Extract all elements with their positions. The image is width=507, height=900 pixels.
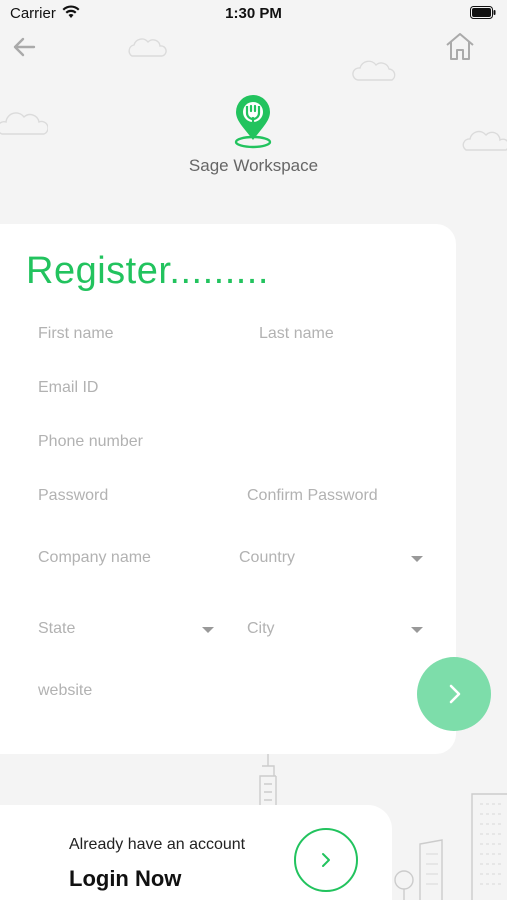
company-name-field[interactable]: Company name [38,549,218,567]
next-button[interactable] [417,657,491,731]
last-name-field[interactable]: Last name [259,325,429,343]
status-time: 1:30 PM [225,5,282,22]
battery-icon [470,6,496,19]
confirm-password-field[interactable]: Confirm Password [247,487,432,505]
chevron-right-icon [322,853,330,867]
cloud-decoration [128,38,167,57]
login-button[interactable] [294,828,358,892]
chevron-down-icon[interactable] [411,627,423,633]
first-name-field[interactable]: First name [38,325,238,343]
location-pin-icon [234,95,272,149]
chevron-right-icon [449,684,461,704]
chevron-down-icon[interactable] [202,627,214,633]
cloud-decoration [462,130,507,151]
building-decoration [259,754,277,806]
website-field[interactable]: website [38,682,338,700]
state-dropdown-label[interactable]: State [38,620,188,638]
cloud-decoration [0,112,48,135]
email-field[interactable]: Email ID [38,379,428,397]
country-dropdown-label[interactable]: Country [239,549,389,567]
chevron-down-icon[interactable] [411,556,423,562]
back-arrow-icon[interactable] [10,33,38,61]
already-have-account-text: Already have an account [69,836,246,853]
login-now-link[interactable]: Login Now [69,866,181,892]
password-field[interactable]: Password [38,487,228,505]
city-skyline-decoration [394,793,507,900]
phone-field[interactable]: Phone number [38,433,428,451]
cloud-decoration [352,60,396,81]
register-title: Register......... [26,250,269,292]
brand-name: Sage Workspace [188,156,319,175]
home-icon[interactable] [444,30,476,62]
city-dropdown-label[interactable]: City [247,620,397,638]
